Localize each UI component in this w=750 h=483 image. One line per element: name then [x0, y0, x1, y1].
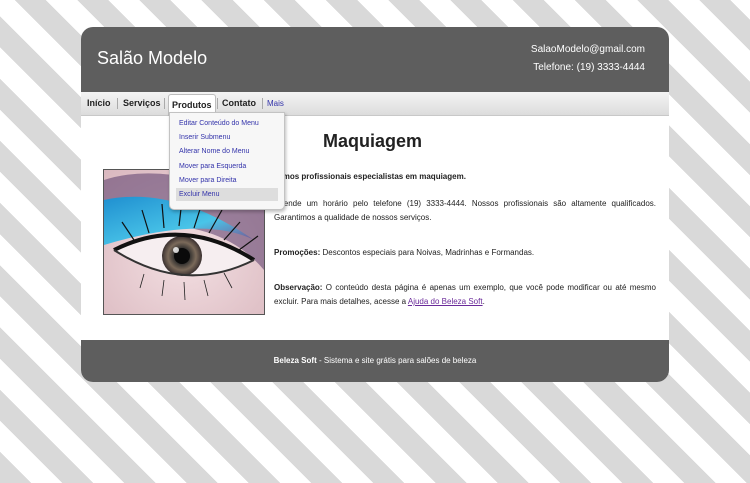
promo-paragraph: Promoções: Descontos especiais para Noiv…: [274, 246, 656, 260]
nav-separator: [262, 98, 263, 109]
help-link[interactable]: Ajuda do Beleza Soft: [408, 297, 483, 306]
site-header: Salão Modelo SalaoModelo@gmail.com Telef…: [81, 27, 669, 92]
menu-item-inserir-submenu[interactable]: Inserir Submenu: [176, 131, 278, 144]
page-title: Maquiagem: [323, 131, 423, 151]
menu-item-mover-esquerda[interactable]: Mover para Esquerda: [176, 160, 278, 173]
contact-phone: Telefone: (19) 3333-4444: [533, 62, 645, 73]
site-footer: Beleza Soft - Sistema e site grátis para…: [81, 340, 669, 382]
note-end: .: [482, 297, 485, 306]
promo-label: Promoções:: [274, 248, 321, 257]
nav-item-inicio[interactable]: Início: [87, 92, 111, 115]
menu-item-excluir-menu[interactable]: Excluir Menu: [176, 188, 278, 201]
menu-item-alterar-nome[interactable]: Alterar Nome do Menu: [176, 145, 278, 158]
nav-separator: [217, 98, 218, 109]
site-title: Salão Modelo: [97, 48, 208, 68]
contact-email: SalaoModelo@gmail.com: [530, 44, 645, 55]
footer-brand: Beleza Soft: [273, 356, 317, 365]
schedule-text: Agende um horário pelo telefone (19) 333…: [274, 199, 656, 222]
note-paragraph: Observação: O conteúdo desta página é ap…: [274, 281, 656, 309]
promo-text: Descontos especiais para Noivas, Madrinh…: [322, 248, 535, 257]
produtos-dropdown-menu: Editar Conteúdo do Menu Inserir Submenu …: [169, 112, 285, 210]
menu-item-editar-conteudo[interactable]: Editar Conteúdo do Menu: [176, 117, 278, 130]
menu-item-mover-direita[interactable]: Mover para Direita: [176, 174, 278, 187]
nav-separator: [117, 98, 118, 109]
nav-separator: [164, 98, 165, 109]
note-label: Observação:: [274, 283, 323, 292]
intro-text: Temos profissionais especialistas em maq…: [274, 172, 466, 181]
nav-item-servicos[interactable]: Serviços: [123, 92, 161, 115]
footer-tagline: - Sistema e site grátis para salões de b…: [318, 356, 477, 365]
